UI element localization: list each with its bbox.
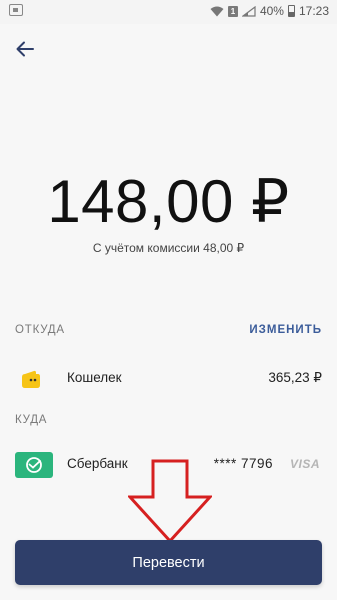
status-bar: 1 40% 17:23: [0, 0, 337, 24]
sim-icon: 1: [227, 5, 238, 17]
from-label: ОТКУДА: [15, 324, 65, 336]
change-source-link[interactable]: ИЗМЕНИТЬ: [249, 324, 322, 336]
wifi-icon: [210, 6, 224, 16]
transfer-amount: 148,00 ₽: [47, 168, 290, 235]
clock: 17:23: [298, 4, 329, 18]
source-balance: 365,23 ₽: [268, 370, 322, 385]
source-wallet-row[interactable]: Кошелек 365,23 ₽: [0, 360, 337, 400]
commission-note: С учётом комиссии 48,00 ₽: [92, 241, 245, 255]
bank-name: Сбербанк: [67, 456, 128, 471]
to-label: КУДА: [15, 414, 48, 426]
card-number-mask: **** 7796: [213, 456, 273, 471]
battery-percent: 40%: [259, 4, 284, 18]
notification-icon: [9, 4, 23, 16]
battery-icon: [287, 5, 295, 17]
visa-logo: VISA: [289, 457, 320, 471]
source-name: Кошелек: [67, 370, 122, 385]
red-arrow-annotation: [128, 459, 212, 543]
sberbank-icon: [15, 452, 53, 478]
arrow-left-icon[interactable]: [14, 38, 36, 60]
signal-icon: [241, 5, 256, 17]
transfer-button[interactable]: Перевести: [15, 540, 322, 585]
status-icons: 1 40% 17:23: [210, 3, 329, 19]
wallet-icon: [22, 370, 40, 388]
